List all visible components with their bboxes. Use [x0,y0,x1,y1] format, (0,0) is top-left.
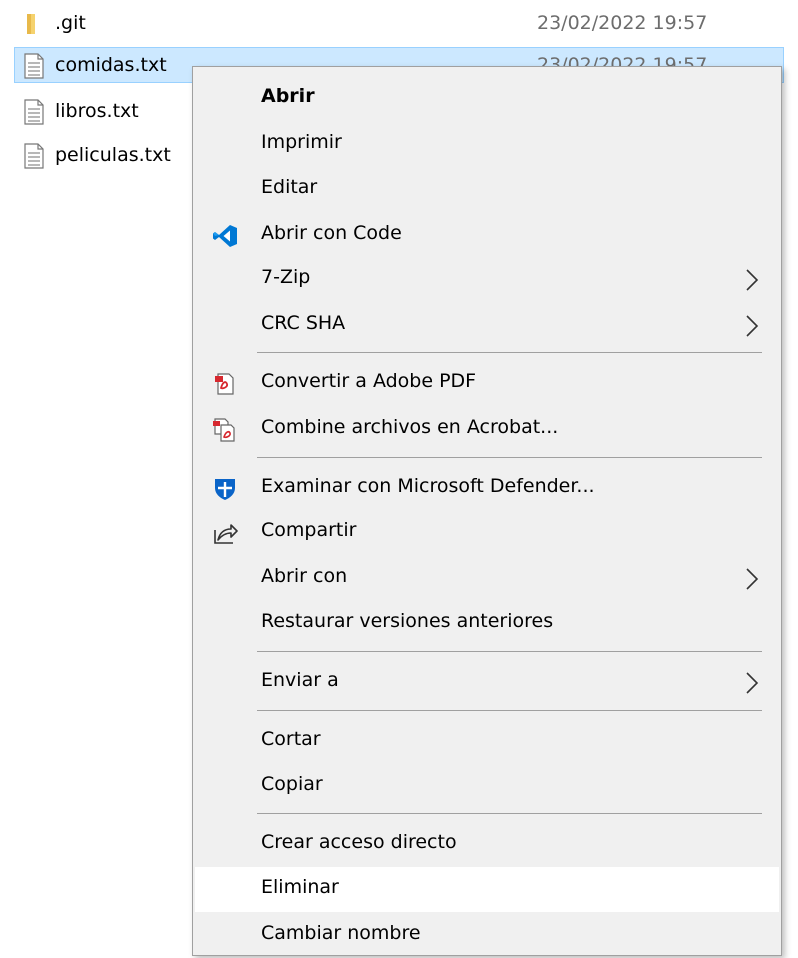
menu-item-crc-sha[interactable]: CRC SHA [195,303,779,348]
menu-item-compartir[interactable]: Compartir [195,510,779,555]
menu-item-label: Imprimir [261,131,342,153]
menu-item-label: Cortar [261,728,321,750]
menu-item-examinar-defender[interactable]: Examinar con Microsoft Defender... [195,466,779,511]
menu-item-label: Copiar [261,773,323,795]
folder-icon [21,11,47,37]
menu-item-label: Convertir a Adobe PDF [261,370,477,392]
chevron-right-icon [743,314,761,338]
file-date: 23/02/2022 19:57 [537,12,708,34]
menu-separator [257,352,762,353]
menu-item-7zip[interactable]: 7-Zip [195,257,779,302]
adobe-pdf-icon [212,371,238,397]
file-name: .git [55,12,86,34]
menu-item-enviar-a[interactable]: Enviar a [195,660,779,705]
chevron-right-icon [743,567,761,591]
menu-item-imprimir[interactable]: Imprimir [195,122,779,167]
menu-item-cambiar-nombre[interactable]: Cambiar nombre [195,913,779,958]
menu-item-copiar[interactable]: Copiar [195,764,779,809]
chevron-right-icon [743,268,761,292]
menu-item-label: Editar [261,176,318,198]
file-name: comidas.txt [55,54,167,76]
menu-item-label: Restaurar versiones anteriores [261,610,554,632]
menu-item-label: 7-Zip [261,266,311,288]
menu-item-label: Abrir [261,85,315,107]
menu-item-convertir-adobe-pdf[interactable]: Convertir a Adobe PDF [195,361,779,406]
menu-item-crear-acceso-directo[interactable]: Crear acceso directo [195,822,779,867]
menu-item-label: Combine archivos en Acrobat... [261,416,559,438]
menu-item-cortar[interactable]: Cortar [195,719,779,764]
menu-item-label: Eliminar [261,876,339,898]
menu-item-abrir-con-code[interactable]: Abrir con Code [195,213,779,258]
text-file-icon [21,53,47,79]
file-name: libros.txt [55,100,139,122]
text-file-icon [21,143,47,169]
menu-item-label: CRC SHA [261,312,346,334]
menu-item-label: Abrir con [261,565,348,587]
context-menu: Abrir Imprimir Editar Abrir con Code 7-Z… [192,66,782,956]
menu-separator [257,813,762,814]
menu-item-abrir-con[interactable]: Abrir con [195,556,779,601]
menu-item-label: Examinar con Microsoft Defender... [261,475,595,497]
menu-item-restaurar-versiones[interactable]: Restaurar versiones anteriores [195,601,779,646]
menu-separator [257,651,762,652]
file-row-git[interactable]: .git 23/02/2022 19:57 [14,5,784,41]
defender-shield-icon [212,476,238,502]
chevron-right-icon [743,671,761,695]
menu-item-editar[interactable]: Editar [195,167,779,212]
menu-item-label: Compartir [261,519,357,541]
menu-item-eliminar[interactable]: Eliminar [195,867,779,912]
text-file-icon [21,99,47,125]
menu-separator [257,710,762,711]
vscode-icon [212,223,238,249]
acrobat-combine-icon [212,417,238,443]
menu-item-label: Crear acceso directo [261,831,457,853]
menu-item-label: Enviar a [261,669,339,691]
share-icon [212,520,238,546]
menu-item-label: Abrir con Code [261,222,402,244]
menu-item-abrir[interactable]: Abrir [195,76,779,121]
menu-separator [257,457,762,458]
menu-item-combine-acrobat[interactable]: Combine archivos en Acrobat... [195,407,779,452]
file-name: peliculas.txt [55,144,171,166]
